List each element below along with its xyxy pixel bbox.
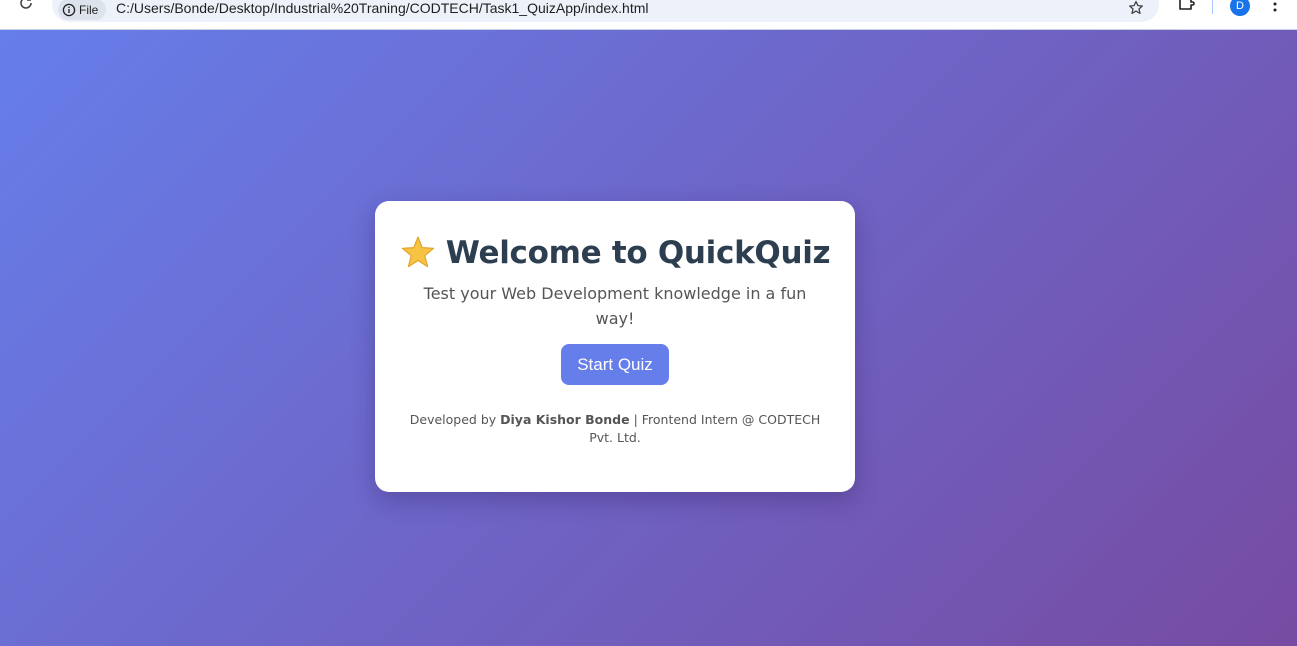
profile-avatar[interactable]: D <box>1230 0 1250 16</box>
reload-icon <box>20 0 32 9</box>
browser-toolbar: File C:/Users/Bonde/Desktop/Industrial%2… <box>0 0 1297 30</box>
start-quiz-button[interactable]: Start Quiz <box>561 344 669 385</box>
reload-button[interactable] <box>14 0 38 14</box>
glowing-star-icon <box>401 236 434 268</box>
kebab-menu-icon <box>1273 2 1277 12</box>
extensions-icon <box>1179 0 1195 10</box>
bookmark-button[interactable] <box>1126 0 1146 18</box>
title-row: Welcome to QuickQuiz <box>375 235 855 271</box>
page-subtitle: Test your Web Development knowledge in a… <box>423 284 807 328</box>
info-icon <box>62 3 76 16</box>
credit-prefix: Developed by <box>409 412 501 427</box>
address-bar[interactable]: File C:/Users/Bonde/Desktop/Industrial%2… <box>52 0 1159 22</box>
author-name: Diya Kishor Bonde <box>500 412 630 427</box>
welcome-card: Welcome to QuickQuiz Test your Web Devel… <box>375 201 855 492</box>
site-info-label: File <box>79 2 99 17</box>
url-text[interactable]: C:/Users/Bonde/Desktop/Industrial%20Tran… <box>116 0 649 16</box>
browser-menu-button[interactable] <box>1266 0 1284 14</box>
toolbar-divider <box>1212 0 1213 14</box>
star-icon <box>1129 0 1143 15</box>
developer-credit: Developed by Diya Kishor Bonde | Fronten… <box>405 411 825 447</box>
page-title: Welcome to QuickQuiz <box>445 235 831 271</box>
site-info-chip[interactable]: File <box>58 0 107 20</box>
page-background: Welcome to QuickQuiz Test your Web Devel… <box>0 30 1297 646</box>
extensions-button[interactable] <box>1175 0 1197 14</box>
